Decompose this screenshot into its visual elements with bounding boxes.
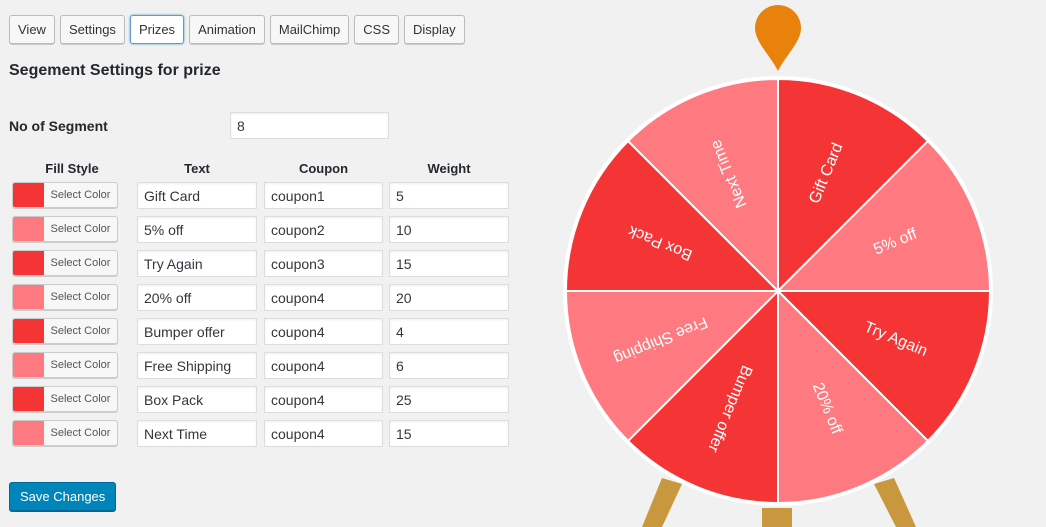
wheel-pointer-icon xyxy=(755,5,801,71)
wheel-segments xyxy=(564,77,992,505)
stand-leg xyxy=(762,508,792,527)
stand-leg xyxy=(874,478,916,527)
prize-wheel: Gift Card5% offTry Again20% offBumper of… xyxy=(563,5,993,527)
stand-leg xyxy=(642,478,682,527)
